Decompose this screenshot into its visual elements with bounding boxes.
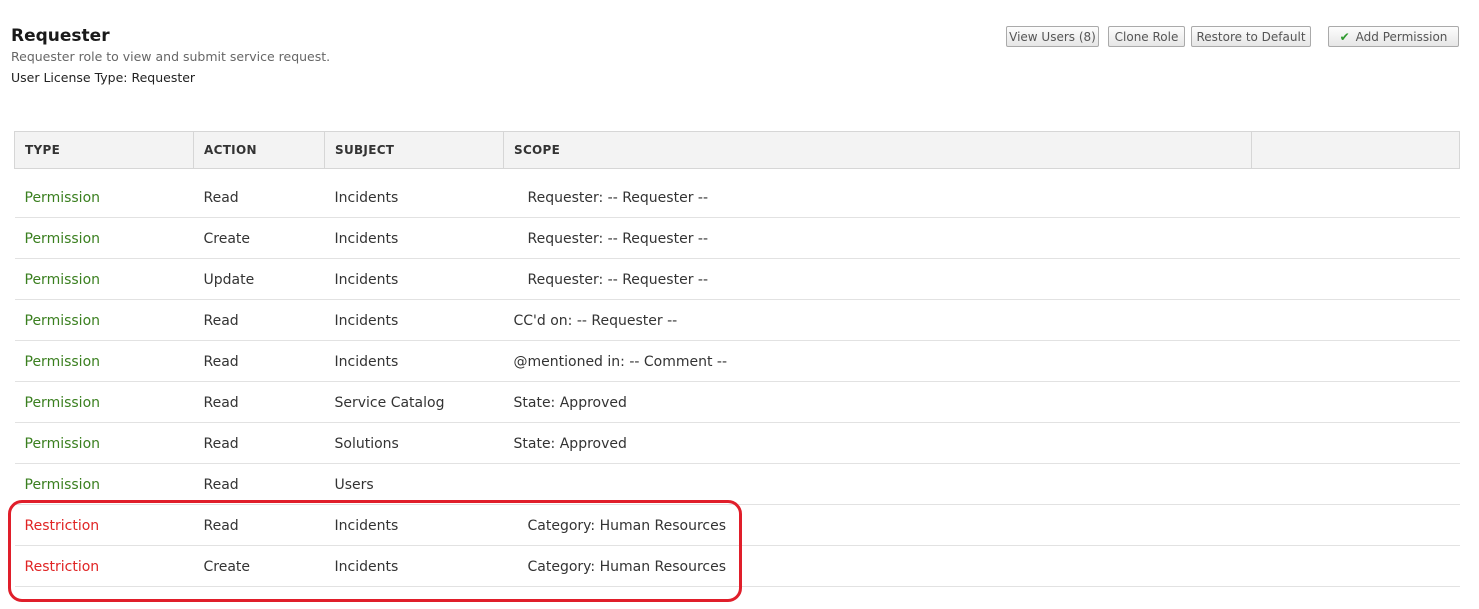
row-subject: Incidents <box>324 504 504 546</box>
row-scope: Category: Human Resources <box>503 504 1252 546</box>
row-actions-cell <box>1251 504 1460 546</box>
row-type: Permission <box>14 422 194 464</box>
row-actions-cell <box>1251 168 1460 218</box>
table-header-row: TYPE ACTION SUBJECT SCOPE <box>14 131 1460 169</box>
row-subject: Incidents <box>324 258 504 300</box>
row-subject: Incidents <box>324 217 504 259</box>
row-action: Read <box>193 340 325 382</box>
row-scope: @mentioned in: -- Comment -- <box>503 340 1252 382</box>
row-action: Read <box>193 504 325 546</box>
table-row[interactable]: Permission Create Incidents Requester: -- R… <box>14 217 1460 259</box>
table-row[interactable]: Permission Read Solutions State: Approved <box>14 422 1460 464</box>
row-scope <box>503 463 1252 505</box>
user-license-type: User License Type: Requester <box>11 70 196 85</box>
row-action: Read <box>193 168 325 218</box>
column-header-subject[interactable]: SUBJECT <box>324 131 504 169</box>
row-scope: Category: Human Resources <box>503 545 1252 587</box>
row-actions-cell <box>1251 340 1460 382</box>
row-type: Permission <box>14 258 194 300</box>
row-scope: CC'd on: -- Requester -- <box>503 299 1252 341</box>
row-subject: Incidents <box>324 168 504 218</box>
row-action: Read <box>193 381 325 423</box>
row-type: Permission <box>14 299 194 341</box>
row-scope: State: Approved <box>503 422 1252 464</box>
column-header-scope[interactable]: SCOPE <box>503 131 1252 169</box>
role-header: Requester Requester role to view and sub… <box>11 26 330 86</box>
add-permission-label: Add Permission <box>1355 29 1448 44</box>
row-scope: Requester: -- Requester -- <box>503 168 1252 218</box>
permissions-table: TYPE ACTION SUBJECT SCOPE Permission Read… <box>14 131 1460 587</box>
row-scope: State: Approved <box>503 381 1252 423</box>
restore-default-button[interactable]: Restore to Default <box>1191 26 1311 47</box>
table-row[interactable]: Permission Read Service Catalog State: Appr… <box>14 381 1460 423</box>
table-row[interactable]: Permission Read Incidents CC'd on: -- Reque… <box>14 299 1460 341</box>
row-scope: Requester: -- Requester -- <box>503 217 1252 259</box>
row-scope: Requester: -- Requester -- <box>503 258 1252 300</box>
row-type: Permission <box>14 168 194 218</box>
row-actions-cell <box>1251 299 1460 341</box>
row-action: Read <box>193 299 325 341</box>
row-type: Permission <box>14 381 194 423</box>
table-row[interactable]: Permission Read Incidents @mentioned in: --… <box>14 340 1460 382</box>
add-permission-button[interactable]: ✔ Add Permission <box>1328 26 1459 47</box>
row-actions-cell <box>1251 258 1460 300</box>
row-actions-cell <box>1251 381 1460 423</box>
row-actions-cell <box>1251 545 1460 587</box>
page-title: Requester <box>11 26 110 46</box>
row-action: Read <box>193 422 325 464</box>
row-subject: Incidents <box>324 545 504 587</box>
table-row[interactable]: Restriction Create Incidents Category: Huma… <box>14 545 1460 587</box>
row-type: Permission <box>14 217 194 259</box>
row-subject: Incidents <box>324 340 504 382</box>
role-description: Requester role to view and submit servic… <box>11 49 331 64</box>
table-row[interactable]: Permission Read Users <box>14 463 1460 505</box>
column-header-actions <box>1251 131 1460 169</box>
row-type: Restriction <box>14 504 194 546</box>
row-type: Permission <box>14 463 194 505</box>
row-subject: Service Catalog <box>324 381 504 423</box>
row-subject: Solutions <box>324 422 504 464</box>
row-action: Update <box>193 258 325 300</box>
check-icon: ✔ <box>1339 29 1350 44</box>
column-header-action[interactable]: ACTION <box>193 131 325 169</box>
row-actions-cell <box>1251 422 1460 464</box>
table-row[interactable]: Restriction Read Incidents Category: Human … <box>14 504 1460 546</box>
row-action: Create <box>193 545 325 587</box>
table-row[interactable]: Permission Read Incidents Requester: -- Req… <box>14 168 1460 218</box>
row-subject: Users <box>324 463 504 505</box>
clone-role-button[interactable]: Clone Role <box>1108 26 1185 47</box>
row-subject: Incidents <box>324 299 504 341</box>
view-users-button[interactable]: View Users (8) <box>1006 26 1099 47</box>
row-actions-cell <box>1251 217 1460 259</box>
column-header-type[interactable]: TYPE <box>14 131 194 169</box>
row-actions-cell <box>1251 463 1460 505</box>
row-action: Read <box>193 463 325 505</box>
row-type: Permission <box>14 340 194 382</box>
table-row[interactable]: Permission Update Incidents Requester: -- R… <box>14 258 1460 300</box>
row-type: Restriction <box>14 545 194 587</box>
row-action: Create <box>193 217 325 259</box>
